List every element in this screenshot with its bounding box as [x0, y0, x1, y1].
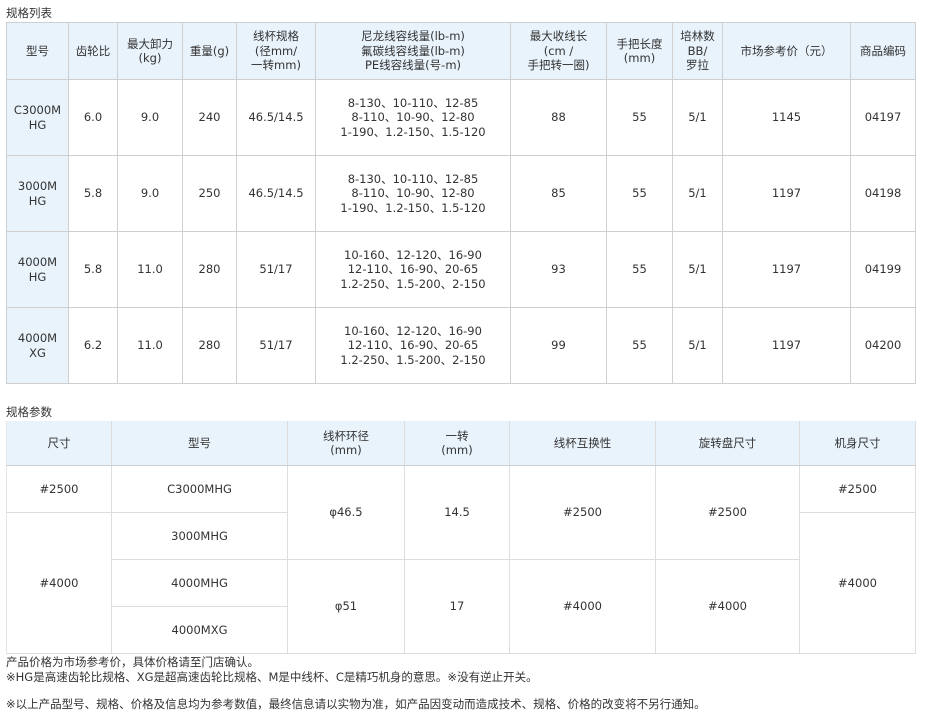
max-drag-cell: 9.0	[117, 155, 183, 232]
spool-spec-cell: 46.5/14.5	[236, 155, 316, 232]
bearings-cell: 5/1	[672, 307, 723, 384]
per-turn-cell: 17	[404, 559, 510, 654]
gear-ratio-cell: 5.8	[68, 155, 118, 232]
max-retrieve-cell: 88	[510, 79, 607, 156]
note-disclaimer: ※以上产品型号、规格、价格及信息均为参考数值，最终信息请以实物为准，如产品因变动…	[6, 697, 706, 711]
max-drag-cell: 11.0	[117, 307, 183, 384]
table-row: 4000M HG 5.8 11.0 280 51/17 10-160、12-12…	[6, 231, 916, 308]
table-row: 4000M XG 6.2 11.0 280 51/17 10-160、12-12…	[6, 307, 916, 384]
handle-length-cell: 55	[606, 307, 673, 384]
gear-ratio-cell: 6.0	[68, 79, 118, 156]
max-retrieve-cell: 93	[510, 231, 607, 308]
spec-header-cell: 线杯规格 (径mm/ 一转mm)	[236, 22, 316, 80]
price-cell: 1197	[722, 231, 851, 308]
table-row: C3000M HG 6.0 9.0 240 46.5/14.5 8-130、10…	[6, 79, 916, 156]
model-cell: 4000M XG	[6, 307, 69, 384]
size-cell: #2500	[6, 465, 112, 513]
body-size-cell: #2500	[799, 465, 916, 513]
price-cell: 1197	[722, 307, 851, 384]
spec-header-cell: 最大卸力 (kg)	[117, 22, 183, 80]
spool-diameter-cell: φ51	[287, 559, 405, 654]
bearings-cell: 5/1	[672, 155, 723, 232]
spec-header-cell: 市场参考价（元）	[722, 22, 851, 80]
per-turn-cell: 14.5	[404, 465, 510, 560]
spool-spec-cell: 51/17	[236, 231, 316, 308]
spool-compat-cell: #4000	[509, 559, 656, 654]
handle-length-cell: 55	[606, 231, 673, 308]
gear-ratio-cell: 6.2	[68, 307, 118, 384]
weight-cell: 240	[182, 79, 237, 156]
param-header-cell: 尺寸	[6, 421, 112, 466]
model-cell: C3000M HG	[6, 79, 69, 156]
spec-header-cell: 型号	[6, 22, 69, 80]
table-row: 3000M HG 5.8 9.0 250 46.5/14.5 8-130、10-…	[6, 155, 916, 232]
param-header-cell: 旋转盘尺寸	[655, 421, 800, 466]
max-drag-cell: 9.0	[117, 79, 183, 156]
notes: 产品价格为市场参考价，具体价格请至门店确认。 ※HG是高速齿轮比规格、XG是超高…	[6, 655, 706, 712]
param-header-cell: 线杯环径 (mm)	[287, 421, 405, 466]
spool-spec-cell: 51/17	[236, 307, 316, 384]
weight-cell: 280	[182, 231, 237, 308]
max-retrieve-cell: 85	[510, 155, 607, 232]
price-cell: 1145	[722, 79, 851, 156]
model-cell: 4000MHG	[111, 559, 288, 607]
note-model-meaning: ※HG是高速齿轮比规格、XG是超高速齿轮比规格、M是中线杯、C是精巧机身的意思。…	[6, 669, 538, 684]
handle-length-cell: 55	[606, 155, 673, 232]
spec-header-cell: 商品编码	[850, 22, 916, 80]
line-capacity-cell: 10-160、12-120、16-90 12-110、16-90、20-65 1…	[315, 231, 511, 308]
model-cell: C3000MHG	[111, 465, 288, 513]
model-cell: 3000M HG	[6, 155, 69, 232]
spool-diameter-cell: φ46.5	[287, 465, 405, 560]
spool-compat-cell: #2500	[509, 465, 656, 560]
table-row: #2500 C3000MHG φ46.5 14.5 #2500 #2500 #2…	[6, 465, 916, 560]
gear-ratio-cell: 5.8	[68, 231, 118, 308]
spec-header-cell: 重量(g)	[182, 22, 237, 80]
rotor-size-cell: #4000	[655, 559, 800, 654]
model-cell: 3000MHG	[111, 512, 288, 560]
handle-length-cell: 55	[606, 79, 673, 156]
max-retrieve-cell: 99	[510, 307, 607, 384]
param-header-cell: 机身尺寸	[799, 421, 916, 466]
param-header-row: 尺寸 型号 线杯环径 (mm) 一转 (mm) 线杯互换性 旋转盘尺寸 机身尺寸	[6, 421, 916, 466]
spec-header-cell: 齿轮比	[68, 22, 118, 80]
spec-table-title: 规格列表	[6, 6, 52, 20]
param-table-title: 规格参数	[6, 405, 52, 419]
product-code-cell: 04199	[850, 231, 916, 308]
param-header-cell: 一转 (mm)	[404, 421, 510, 466]
product-code-cell: 04197	[850, 79, 916, 156]
line-capacity-cell: 8-130、10-110、12-85 8-110、10-90、12-80 1-1…	[315, 79, 511, 156]
product-code-cell: 04200	[850, 307, 916, 384]
table-row: 4000MHG φ51 17 #4000 #4000	[7, 559, 916, 654]
bearings-cell: 5/1	[672, 231, 723, 308]
bearings-cell: 5/1	[672, 79, 723, 156]
note-price: 产品价格为市场参考价，具体价格请至门店确认。	[6, 655, 259, 669]
price-cell: 1197	[722, 155, 851, 232]
spec-header-cell: 培林数 BB/ 罗拉	[672, 22, 723, 80]
max-drag-cell: 11.0	[117, 231, 183, 308]
body-size-cell: #4000	[799, 512, 916, 654]
weight-cell: 280	[182, 307, 237, 384]
product-code-cell: 04198	[850, 155, 916, 232]
line-capacity-cell: 10-160、12-120、16-90 12-110、16-90、20-65 1…	[315, 307, 511, 384]
model-cell: 4000MXG	[111, 606, 288, 654]
model-cell: 4000M HG	[6, 231, 69, 308]
spec-table: 型号 齿轮比 最大卸力 (kg) 重量(g) 线杯规格 (径mm/ 一转mm) …	[6, 22, 916, 384]
line-capacity-cell: 8-130、10-110、12-85 8-110、10-90、12-80 1-1…	[315, 155, 511, 232]
param-table: 尺寸 型号 线杯环径 (mm) 一转 (mm) 线杯互换性 旋转盘尺寸 机身尺寸…	[6, 421, 916, 654]
spec-header-cell: 尼龙线容线量(lb-m) 氟碳线容线量(lb-m) PE线容线量(号-m)	[315, 22, 511, 80]
spec-header-cell: 手把长度 (mm)	[606, 22, 673, 80]
rotor-size-cell: #2500	[655, 465, 800, 560]
spec-header-cell: 最大收线长 (cm / 手把转一圈)	[510, 22, 607, 80]
param-header-cell: 线杯互换性	[509, 421, 656, 466]
param-header-cell: 型号	[111, 421, 288, 466]
size-cell: #4000	[6, 512, 112, 654]
weight-cell: 250	[182, 155, 237, 232]
spec-header-row: 型号 齿轮比 最大卸力 (kg) 重量(g) 线杯规格 (径mm/ 一转mm) …	[6, 22, 916, 80]
spool-spec-cell: 46.5/14.5	[236, 79, 316, 156]
